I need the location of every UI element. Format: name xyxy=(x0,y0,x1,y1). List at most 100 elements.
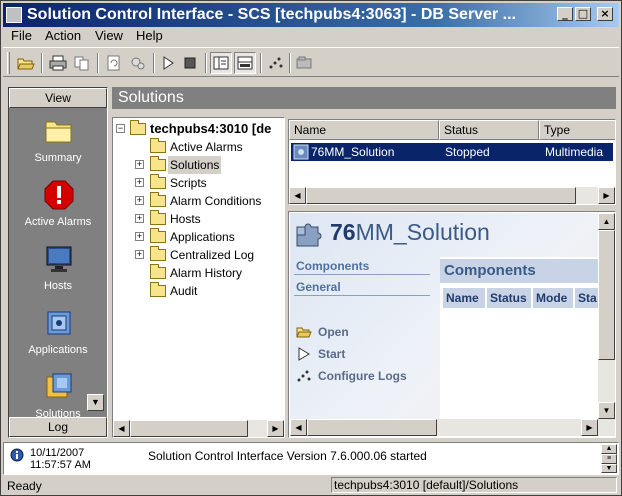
solution-icon xyxy=(44,372,74,402)
expand-icon[interactable]: + xyxy=(135,196,144,205)
scroll-thumb[interactable] xyxy=(306,187,576,204)
tree-root[interactable]: − techpubs4:3010 [de xyxy=(113,120,284,138)
menu-view[interactable]: View xyxy=(95,28,123,44)
expand-icon[interactable]: + xyxy=(135,214,144,223)
scroll-thumb[interactable] xyxy=(307,419,437,436)
comp-column-status[interactable]: Status xyxy=(486,287,532,309)
section-title: Solutions xyxy=(112,87,616,109)
scroll-middle-button[interactable]: ≡ xyxy=(601,454,617,464)
detail-title-prefix: 76 xyxy=(330,219,356,245)
properties-icon[interactable] xyxy=(127,52,149,74)
tree-item-label: Centralized Log xyxy=(170,248,255,262)
scroll-left-button[interactable]: ◀ xyxy=(289,187,306,204)
copy-icon[interactable] xyxy=(71,52,93,74)
open-folder-icon[interactable] xyxy=(15,52,37,74)
toolbar-separator xyxy=(153,53,155,73)
column-header-status[interactable]: Status xyxy=(439,120,539,140)
tree-item-active-alarms[interactable]: Active Alarms xyxy=(113,138,284,156)
title-bar[interactable]: Solution Control Interface - SCS [techpu… xyxy=(3,3,619,27)
scroll-up-button[interactable]: ▲ xyxy=(598,213,615,230)
tree-item-audit[interactable]: Audit xyxy=(113,282,284,300)
log-vertical-scrollbar[interactable]: ▲ ≡ ▼ xyxy=(601,444,617,473)
view-item-hosts[interactable]: Hosts xyxy=(9,244,107,304)
scroll-thumb[interactable] xyxy=(130,420,248,437)
toolbar-separator xyxy=(205,53,207,73)
toolbar-grip[interactable] xyxy=(7,52,10,74)
expand-icon[interactable]: + xyxy=(135,232,144,241)
view-bar-log[interactable]: Log xyxy=(9,417,107,437)
tree-item-label: Audit xyxy=(170,284,198,298)
comp-column-state[interactable]: Sta xyxy=(574,287,600,309)
tree-horizontal-scrollbar[interactable]: ◀ ▶ xyxy=(113,420,284,437)
scroll-up-button[interactable]: ▲ xyxy=(601,444,617,454)
info-icon xyxy=(10,448,24,462)
view-bar-header[interactable]: View xyxy=(9,88,107,108)
open-folder-icon xyxy=(296,324,312,340)
action-open[interactable]: Open xyxy=(296,323,426,341)
log-date: 10/11/2007 xyxy=(30,447,85,459)
database-icon[interactable] xyxy=(293,52,315,74)
scroll-right-button[interactable]: ▶ xyxy=(267,420,284,437)
list-row[interactable]: 76MM_Solution Stopped Multimedia xyxy=(291,143,613,161)
stop-icon[interactable] xyxy=(179,52,201,74)
comp-column-name[interactable]: Name xyxy=(442,287,486,309)
collapse-icon[interactable]: − xyxy=(116,124,125,133)
scroll-down-button[interactable]: ▼ xyxy=(601,464,617,473)
scroll-thumb[interactable] xyxy=(598,230,615,360)
comp-column-mode[interactable]: Mode xyxy=(532,287,574,309)
scroll-right-button[interactable]: ▶ xyxy=(598,187,615,204)
tree-item-applications[interactable]: + Applications xyxy=(113,228,284,246)
link-components[interactable]: Components xyxy=(296,259,369,273)
scroll-left-button[interactable]: ◀ xyxy=(113,420,130,437)
folder-icon xyxy=(150,282,166,297)
configure-logs-icon[interactable] xyxy=(265,52,287,74)
scroll-down-button[interactable]: ▼ xyxy=(598,402,615,419)
detail-vertical-scrollbar[interactable]: ▲ ▼ xyxy=(598,213,615,419)
column-header-type[interactable]: Type xyxy=(539,120,615,140)
view-item-active-alarms[interactable]: Active Alarms xyxy=(9,180,107,240)
column-header-name[interactable]: Name xyxy=(289,120,439,140)
navigation-tree: − techpubs4:3010 [de Active Alarms + Sol… xyxy=(112,117,285,438)
menu-help[interactable]: Help xyxy=(136,28,163,44)
tree-item-hosts[interactable]: + Hosts xyxy=(113,210,284,228)
view-tree-icon[interactable] xyxy=(210,52,232,74)
solution-icon xyxy=(293,144,309,160)
folder-icon xyxy=(150,264,166,279)
refresh-icon[interactable] xyxy=(103,52,125,74)
tree-item-solutions[interactable]: + Solutions xyxy=(113,156,284,174)
folder-icon xyxy=(130,120,146,135)
tree-item-alarm-history[interactable]: Alarm History xyxy=(113,264,284,282)
list-horizontal-scrollbar[interactable]: ◀ ▶ xyxy=(289,187,615,204)
menu-action[interactable]: Action xyxy=(45,28,81,44)
menu-file[interactable]: File xyxy=(11,28,32,44)
tree-item-scripts[interactable]: + Scripts xyxy=(113,174,284,192)
scroll-right-button[interactable]: ▶ xyxy=(581,419,598,436)
scroll-left-button[interactable]: ◀ xyxy=(290,419,307,436)
view-bar-scroll-down[interactable]: ▼ xyxy=(87,394,104,411)
action-start[interactable]: Start xyxy=(296,345,426,363)
detail-horizontal-scrollbar[interactable]: ◀ ▶ xyxy=(290,419,615,436)
start-icon[interactable] xyxy=(157,52,179,74)
status-bar: Ready techpubs4:3010 [default]/Solutions xyxy=(3,476,619,494)
view-item-applications[interactable]: Applications xyxy=(9,308,107,368)
link-general[interactable]: General xyxy=(296,280,341,294)
log-message: Solution Control Interface Version 7.6.0… xyxy=(148,449,427,463)
action-configure-logs[interactable]: Configure Logs xyxy=(296,367,426,385)
toolbar-separator xyxy=(260,53,262,73)
start-icon xyxy=(296,346,312,362)
close-button[interactable]: × xyxy=(597,7,613,21)
expand-icon[interactable]: + xyxy=(135,160,144,169)
expand-icon[interactable]: + xyxy=(135,250,144,259)
folder-icon xyxy=(150,210,166,225)
expand-icon[interactable]: + xyxy=(135,178,144,187)
maximize-button[interactable]: □ xyxy=(575,7,591,21)
view-bar: View Summary Active Alarms Hosts Applica… xyxy=(8,87,108,438)
tree-item-centralized-log[interactable]: + Centralized Log xyxy=(113,246,284,264)
detail-title: 76MM_Solution xyxy=(330,219,490,246)
view-details-icon[interactable] xyxy=(234,52,256,74)
print-icon[interactable] xyxy=(47,52,69,74)
tree-item-alarm-conditions[interactable]: + Alarm Conditions xyxy=(113,192,284,210)
minimize-button[interactable]: _ xyxy=(557,7,573,21)
view-item-label: Summary xyxy=(34,152,82,164)
view-item-summary[interactable]: Summary xyxy=(9,116,107,176)
